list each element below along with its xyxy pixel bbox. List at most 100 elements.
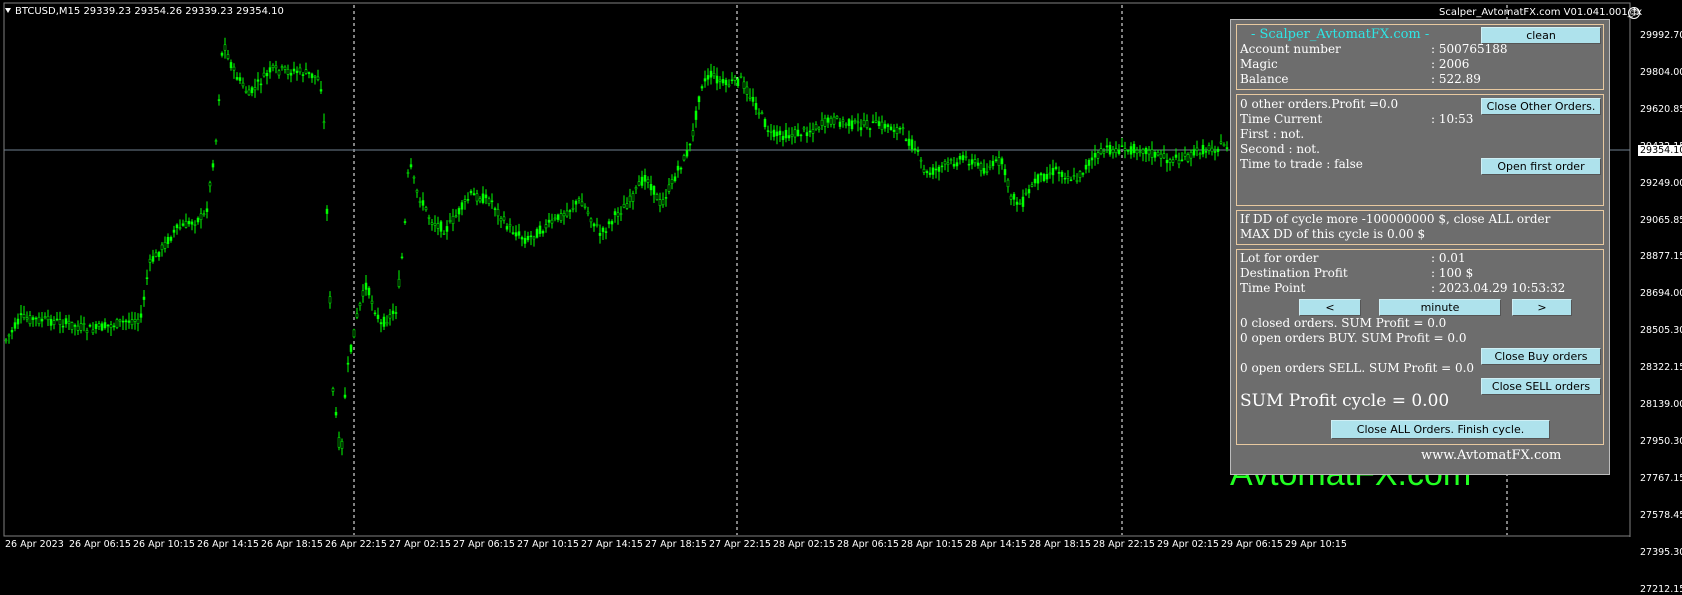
candle-body <box>172 229 176 233</box>
candle-body <box>994 159 998 162</box>
candle-body <box>598 232 602 236</box>
time-unit-button[interactable]: minute <box>1379 299 1501 316</box>
candle-body <box>454 215 458 217</box>
price-tick-label: 29065.85 <box>1640 214 1682 226</box>
candle-body <box>277 70 281 76</box>
candle-body <box>349 344 353 352</box>
candle-body <box>538 225 542 234</box>
candle-body <box>922 168 926 173</box>
time-tick-label: 28 Apr 18:15 <box>1029 539 1091 550</box>
candle-body <box>289 72 293 76</box>
candle-body <box>811 129 815 134</box>
open-first-order-button[interactable]: Open first order <box>1481 158 1601 175</box>
candle-body <box>778 130 782 136</box>
candle-body <box>610 221 614 225</box>
candle-body <box>412 176 416 179</box>
candle-body <box>733 76 737 81</box>
symbol-info[interactable]: BTCUSD,M15 29339.23 29354.26 29339.23 29… <box>5 6 284 17</box>
candle-body <box>364 282 368 290</box>
candle-body <box>1222 144 1226 147</box>
candle-body <box>16 318 20 325</box>
magic-label: Magic <box>1240 57 1278 71</box>
candle-body <box>466 199 470 201</box>
time-tick-label: 27 Apr 02:15 <box>389 539 451 550</box>
candle-body <box>1120 145 1124 147</box>
candle-body <box>52 320 56 325</box>
close-all-orders-button[interactable]: Close ALL Orders. Finish cycle. <box>1331 420 1550 439</box>
candle-body <box>355 313 359 318</box>
candle-body <box>856 121 860 124</box>
candle-body <box>397 278 401 287</box>
candle-body <box>514 232 518 237</box>
candle-body <box>700 86 704 89</box>
candle-body <box>445 226 449 232</box>
candle-body <box>1003 169 1007 176</box>
candle-body <box>985 171 989 173</box>
candle-body <box>1096 152 1100 159</box>
price-tick-label: 29620.85 <box>1640 103 1682 115</box>
time-tick-label: 29 Apr 10:15 <box>1285 539 1347 550</box>
candle-body <box>931 167 935 175</box>
closed-orders-text: 0 closed orders. SUM Profit = 0.0 <box>1240 316 1447 330</box>
candle-body <box>601 227 605 232</box>
close-sell-orders-button[interactable]: Close SELL orders <box>1481 378 1601 395</box>
candle-body <box>208 182 212 187</box>
time-tick-label: 26 Apr 22:15 <box>325 539 387 550</box>
candle-body <box>457 208 461 215</box>
candle-body <box>13 322 17 329</box>
candle-body <box>559 213 563 221</box>
candle-body <box>49 318 53 326</box>
candle-body <box>4 339 8 342</box>
candle-body <box>679 167 683 170</box>
candle-body <box>814 124 818 130</box>
close-buy-orders-button[interactable]: Close Buy orders <box>1481 348 1601 365</box>
candle-body <box>859 127 863 131</box>
candle-body <box>280 66 284 68</box>
candle-body <box>1090 157 1094 161</box>
candle-body <box>889 126 893 130</box>
candle-body <box>886 124 890 127</box>
current-price-label: 29354.10 <box>1638 145 1682 156</box>
candle-body <box>157 251 161 257</box>
time-point-label: Time Point <box>1240 281 1306 295</box>
candle-body <box>826 117 830 123</box>
candle-body <box>607 221 611 225</box>
candle-body <box>766 130 770 132</box>
candle-body <box>160 244 164 250</box>
candle-body <box>1021 196 1025 207</box>
time-prev-button[interactable]: < <box>1299 299 1361 316</box>
candle-body <box>229 62 233 69</box>
candle-body <box>262 72 266 77</box>
candle-body <box>580 201 584 207</box>
candle-body <box>1168 159 1172 163</box>
dropdown-triangle-icon[interactable] <box>5 8 11 13</box>
candle-body <box>1024 192 1028 195</box>
candle-body <box>241 82 245 87</box>
candle-body <box>769 131 773 133</box>
candles <box>4 37 1229 456</box>
close-other-orders-button[interactable]: Close Other Orders. <box>1481 98 1601 115</box>
candle-body <box>829 117 833 125</box>
candle-body <box>1183 152 1187 157</box>
candle-body <box>1165 159 1169 164</box>
candle-body <box>1063 177 1067 180</box>
candle-body <box>1087 159 1091 166</box>
candle-body <box>307 72 311 74</box>
price-tick-label: 28322.15 <box>1640 362 1682 374</box>
candle-body <box>820 119 824 126</box>
candle-body <box>1141 149 1145 154</box>
candle-body <box>121 320 125 323</box>
candle-body <box>880 121 884 130</box>
candle-body <box>460 202 464 210</box>
candle-body <box>916 150 920 152</box>
candle-body <box>322 121 326 124</box>
chart-window[interactable]: BTCUSD,M15 29339.23 29354.26 29339.23 29… <box>0 0 1682 595</box>
time-tick-label: 27 Apr 10:15 <box>517 539 579 550</box>
candle-body <box>664 197 668 199</box>
open-buy-text: 0 open orders BUY. SUM Profit = 0.0 <box>1240 331 1467 345</box>
candle-body <box>895 127 899 134</box>
candle-body <box>793 129 797 138</box>
time-next-button[interactable]: > <box>1512 299 1572 316</box>
candle-body <box>1135 150 1139 154</box>
smiley-icon[interactable]: ☺ <box>1628 7 1640 19</box>
